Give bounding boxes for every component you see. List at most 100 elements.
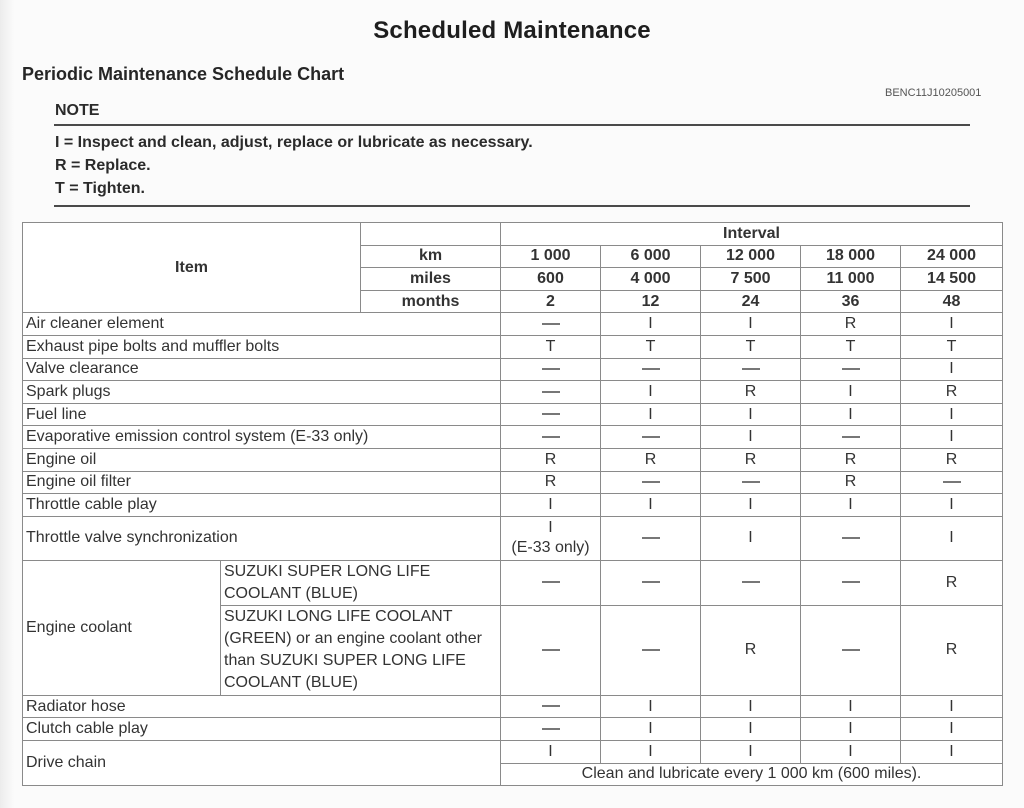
unit-label-km: km (360, 244, 501, 269)
not-required-dash (541, 648, 560, 651)
schedule-cell: T (600, 334, 701, 359)
schedule-cell: I (600, 493, 701, 517)
schedule-cell (600, 425, 701, 449)
schedule-cell (500, 694, 601, 719)
schedule-cell: T (899, 334, 1004, 359)
not-required-dash (541, 322, 560, 325)
schedule-cell (700, 470, 801, 495)
interval-km: 18 000 (800, 244, 901, 269)
table-row: Exhaust pipe bolts and muffler bolts T T T T… (22, 334, 1004, 359)
schedule-cell (500, 717, 601, 741)
note-bottom-rule (54, 205, 970, 207)
schedule-cell: I (800, 380, 901, 404)
not-required-dash (541, 581, 560, 584)
schedule-cell: I (600, 380, 701, 404)
item-header: Item (22, 221, 361, 314)
schedule-cell (800, 604, 901, 696)
schedule-cell: I (500, 493, 601, 517)
schedule-cell: I (E-33 only) (500, 515, 601, 561)
schedule-cell: I (700, 515, 801, 561)
section-title: Periodic Maintenance Schedule Chart (22, 64, 345, 84)
table-row: Air cleaner element I I R I (22, 312, 1004, 336)
drive-chain-note: Clean and lubricate every 1 000 km (600 … (499, 762, 1004, 787)
not-required-dash (541, 390, 560, 393)
interval-km: 1 000 (500, 244, 601, 269)
interval-miles: 14 500 (899, 267, 1004, 291)
table-row: Throttle valve synchronization I (E-33 onl… (22, 515, 1004, 561)
schedule-cell: R (899, 380, 1004, 404)
item-name: Throttle cable play (22, 493, 501, 517)
schedule-cell: I (800, 402, 901, 427)
not-required-dash (641, 648, 660, 651)
not-required-dash (641, 581, 660, 584)
item-name: Fuel line (22, 402, 501, 427)
table-row: Valve clearance I (22, 357, 1004, 382)
schedule-cell (500, 425, 601, 449)
not-required-dash (741, 481, 760, 484)
interval-months: 2 (500, 289, 601, 314)
item-name: Throttle valve synchronization (22, 515, 501, 561)
schedule-cell: R (800, 470, 901, 495)
schedule-cell: I (800, 739, 901, 764)
schedule-cell: T (700, 334, 801, 359)
table-row: Engine oil filter R R (22, 470, 1004, 495)
interval-km: 12 000 (700, 244, 801, 269)
schedule-cell (500, 312, 601, 336)
schedule-cell: I (800, 694, 901, 719)
schedule-cell (700, 559, 801, 606)
document-code: BENC11J10205001 (885, 87, 982, 99)
table-row: Evaporative emission control system (E-3… (22, 425, 1004, 449)
table-row: Throttle cable play I I I I I (22, 493, 1004, 517)
coolant-row: Engine coolant SUZUKI SUPER LONG LIFE COO… (22, 559, 1004, 696)
schedule-cell (500, 357, 601, 382)
schedule-cell (800, 515, 901, 561)
coolant-variant: SUZUKI LONG LIFE COOLANT (GREEN) or an e… (220, 604, 501, 696)
item-name: Engine coolant (22, 559, 221, 696)
legend-inspect: I = Inspect and clean, adjust, replace o… (55, 134, 533, 151)
item-name: Air cleaner element (22, 312, 501, 336)
schedule-cell: I (700, 694, 801, 719)
schedule-cell: I (700, 402, 801, 427)
item-name: Evaporative emission control system (E-3… (22, 425, 501, 449)
interval-km: 6 000 (600, 244, 701, 269)
schedule-cell (899, 470, 1004, 495)
schedule-cell: I (899, 739, 1004, 764)
not-required-dash (641, 368, 660, 371)
schedule-cell: R (500, 447, 601, 472)
schedule-cell: I (899, 515, 1004, 561)
item-name: Drive chain (22, 739, 501, 787)
schedule-cell-note: (E-33 only) (511, 539, 590, 557)
table-row: Radiator hose I I I I (22, 694, 1004, 719)
not-required-dash (841, 536, 860, 539)
not-required-dash (841, 435, 860, 438)
schedule-cell (500, 380, 601, 404)
table-row: Spark plugs I R I R (22, 380, 1004, 404)
not-required-dash (541, 705, 560, 708)
not-required-dash (541, 727, 560, 730)
not-required-dash (541, 413, 560, 416)
schedule-cell: R (500, 470, 601, 495)
item-name: Clutch cable play (22, 717, 501, 741)
interval-months: 36 (800, 289, 901, 314)
note-top-rule (54, 124, 970, 126)
schedule-cell: I (899, 312, 1004, 336)
unit-label-months: months (360, 289, 501, 314)
interval-miles: 7 500 (700, 267, 801, 291)
header-row: Item Interval (22, 221, 1004, 314)
table-row: Fuel line I I I I (22, 402, 1004, 427)
coolant-variant: SUZUKI SUPER LONG LIFE COOLANT (BLUE) (220, 559, 501, 606)
page-title: Scheduled Maintenance (373, 17, 651, 44)
schedule-cell: I (700, 425, 801, 449)
maintenance-schedule-table: Item Interval km 1 000 6 000 12 000 18 000 24 0… (22, 221, 1004, 787)
schedule-cell: I (899, 425, 1004, 449)
schedule-cell (600, 357, 701, 382)
interval-km: 24 000 (899, 244, 1004, 269)
item-name: Engine oil (22, 447, 501, 472)
interval-miles: 4 000 (600, 267, 701, 291)
schedule-cell: R (700, 604, 801, 696)
table-row: Engine oil R R R R R (22, 447, 1004, 472)
not-required-dash (641, 481, 660, 484)
schedule-cell: R (800, 447, 901, 472)
not-required-dash (541, 435, 560, 438)
legend-tighten: T = Tighten. (55, 180, 145, 197)
